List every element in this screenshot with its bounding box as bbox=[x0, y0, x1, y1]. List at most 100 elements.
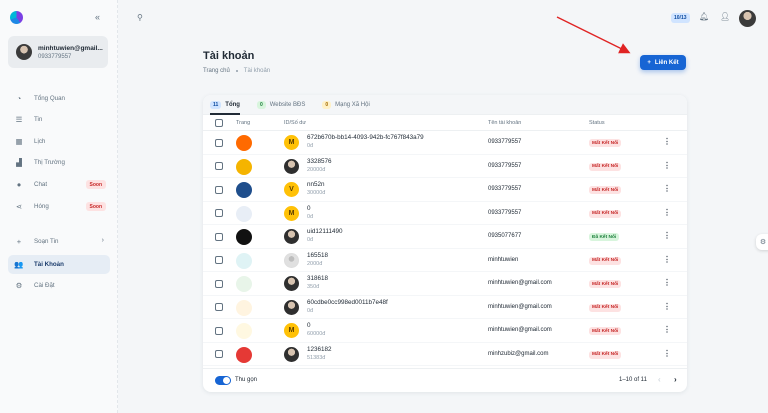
prev-page-icon[interactable]: ‹ bbox=[658, 375, 661, 384]
sidebar-item-6[interactable]: + Soạn Tin › bbox=[8, 232, 110, 251]
chevron-right-icon: › bbox=[101, 237, 104, 244]
table-row[interactable]: M 672b670b-bb14-4093-942b-fc767f843a79 0đ 0… bbox=[203, 131, 687, 155]
account-avatar: M bbox=[284, 205, 299, 221]
sidebar-item-8[interactable]: ⚙ Cài Đặt bbox=[8, 276, 110, 295]
tab-count-badge: 0 bbox=[256, 100, 266, 109]
status-badge: Mất Kết Nối bbox=[589, 186, 622, 194]
sidebar-item-1[interactable]: ☰ Tin bbox=[8, 110, 110, 129]
account-id: 0 bbox=[307, 204, 311, 212]
more-options-icon[interactable]: ⋮ bbox=[663, 184, 671, 193]
row-checkbox[interactable] bbox=[215, 256, 223, 264]
select-all-checkbox[interactable] bbox=[215, 119, 223, 127]
sidebar-item-5[interactable]: ⋖ Hóng Soon bbox=[8, 197, 110, 216]
row-checkbox[interactable] bbox=[215, 232, 223, 241]
platform-logo bbox=[236, 276, 252, 292]
table-row[interactable]: M 0 0đ 0933779557 Mất Kết Nối ⋮ bbox=[203, 202, 687, 225]
row-checkbox[interactable] bbox=[215, 162, 223, 170]
account-name: minhtuwien@gmail.com bbox=[488, 280, 552, 286]
table-row[interactable]: M 0 60000đ minhtuwien@gmail.com Mất Kết Nối ⋮ bbox=[203, 319, 687, 343]
table-row[interactable]: 318618 350đ minhtuwien@gmail.com Mất Kết Nố… bbox=[203, 272, 687, 296]
row-checkbox[interactable] bbox=[215, 279, 223, 288]
collapse-sidebar-icon[interactable]: « bbox=[95, 12, 100, 22]
more-options-icon[interactable]: ⋮ bbox=[663, 231, 671, 240]
sidebar-item-2[interactable]: ▦ Lịch bbox=[8, 132, 110, 151]
row-checkbox[interactable] bbox=[215, 138, 223, 147]
account-balance: 51383đ bbox=[307, 354, 326, 361]
share-icon: ⋖ bbox=[15, 202, 23, 211]
sidebar-item-0[interactable]: ◔ Tổng Quan bbox=[8, 89, 110, 108]
dense-toggle-label: Thu gọn bbox=[235, 377, 258, 383]
sidebar-item-4[interactable]: ● Chat Soon bbox=[8, 175, 110, 194]
dense-toggle[interactable] bbox=[215, 376, 231, 385]
row-checkbox[interactable] bbox=[215, 185, 223, 194]
row-checkbox[interactable] bbox=[215, 303, 223, 311]
tab-count-badge: 0 bbox=[322, 100, 332, 109]
bell-icon[interactable]: 🔔︎ bbox=[699, 12, 709, 21]
account-id: 1236182 bbox=[307, 345, 332, 353]
account-avatar bbox=[284, 158, 299, 174]
sidebar-item-label: Tin bbox=[34, 116, 43, 123]
account-avatar bbox=[284, 299, 299, 315]
sidebar: « minhtuwien@gmail... 0933779557 ◔ Tổng Q… bbox=[0, 0, 118, 413]
table-row[interactable]: 165518 2000đ minhtuwien Mất Kết Nối ⋮ bbox=[203, 249, 687, 272]
plus-icon: + bbox=[16, 237, 22, 246]
account-card[interactable]: minhtuwien@gmail... 0933779557 bbox=[8, 36, 108, 68]
page-title: Tài khoản bbox=[203, 50, 255, 62]
status-badge: Mất Kết Nối bbox=[589, 139, 622, 147]
header-trang[interactable]: Trang bbox=[236, 120, 250, 126]
more-options-icon[interactable]: ⋮ bbox=[663, 349, 671, 358]
status-badge: Mất Kết Nối bbox=[589, 303, 622, 312]
contacts-icon[interactable]: 👤︎ bbox=[720, 12, 730, 21]
sidebar-item-label: Thị Trường bbox=[34, 159, 65, 166]
header-status[interactable]: Status bbox=[589, 120, 605, 126]
account-balance: 0đ bbox=[307, 143, 314, 149]
sidebar-item-label: Lịch bbox=[34, 138, 46, 145]
account-name: minhtuwien@gmail.com bbox=[488, 327, 552, 333]
platform-logo bbox=[236, 229, 252, 245]
more-options-icon[interactable]: ⋮ bbox=[663, 208, 671, 217]
tab-1[interactable]: 0 Website BĐS bbox=[256, 95, 305, 115]
soon-badge: Soon bbox=[85, 180, 106, 189]
more-options-icon[interactable]: ⋮ bbox=[663, 325, 671, 334]
tab-0[interactable]: 11 Tổng bbox=[210, 95, 240, 115]
platform-logo bbox=[236, 182, 252, 198]
calendar-icon: ▦ bbox=[15, 137, 23, 146]
sidebar-item-label: Cài Đặt bbox=[34, 282, 55, 289]
settings-drawer-icon[interactable]: ⚙ bbox=[756, 234, 768, 250]
account-name: 0935077677 bbox=[488, 233, 522, 239]
sidebar-item-3[interactable]: ▟ Thị Trường bbox=[8, 153, 110, 172]
account-avatar bbox=[284, 229, 299, 244]
row-checkbox[interactable] bbox=[215, 326, 223, 335]
search-icon[interactable]: ⚲ bbox=[137, 13, 143, 22]
account-name: 0933779557 bbox=[488, 209, 522, 216]
table-row[interactable]: 3328576 20000đ 0933779557 Mất Kết Nối ⋮ bbox=[203, 155, 687, 178]
quota-badge[interactable]: 10/13 bbox=[671, 13, 690, 23]
app-logo[interactable] bbox=[10, 11, 23, 24]
account-balance: 0đ bbox=[307, 307, 314, 314]
account-avatar bbox=[284, 276, 299, 291]
table-row[interactable]: 1236182 51383đ minhzubiz@gmail.com Mất Kết … bbox=[203, 343, 687, 366]
sidebar-item-label: Hóng bbox=[34, 203, 49, 210]
more-options-icon[interactable]: ⋮ bbox=[663, 255, 671, 264]
more-options-icon[interactable]: ⋮ bbox=[663, 161, 671, 170]
account-id: 0 bbox=[307, 322, 311, 329]
row-checkbox[interactable] bbox=[215, 350, 223, 358]
table-row[interactable]: Vnn52n 30000đ 0933779557 Mất Kết Nối ⋮ bbox=[203, 178, 687, 202]
link-account-button[interactable]: + Liên Kết bbox=[640, 55, 686, 70]
more-options-icon[interactable]: ⋮ bbox=[663, 302, 671, 311]
more-options-icon[interactable]: ⋮ bbox=[663, 278, 671, 287]
user-avatar[interactable] bbox=[739, 10, 756, 27]
table-row[interactable]: uid12111490 0đ 0935077677 Đã Kết Nối ⋮ bbox=[203, 225, 687, 249]
more-options-icon[interactable]: ⋮ bbox=[663, 137, 671, 146]
breadcrumb-home[interactable]: Trang chủ bbox=[203, 68, 230, 74]
header-id[interactable]: ID/Số dư bbox=[284, 120, 306, 126]
platform-logo bbox=[236, 158, 252, 175]
header-ten[interactable]: Tên tài khoản bbox=[488, 120, 521, 126]
tab-2[interactable]: 0 Mạng Xã Hội bbox=[322, 95, 370, 115]
row-checkbox[interactable] bbox=[215, 209, 223, 217]
next-page-icon[interactable]: › bbox=[674, 375, 677, 384]
chart-icon: ▟ bbox=[16, 158, 22, 167]
sidebar-item-7[interactable]: 👥 Tài Khoản bbox=[8, 255, 110, 274]
table-row[interactable]: 60cdbe0cc998ed0011b7e48f 0đ minhtuwien@gma… bbox=[203, 296, 687, 319]
table-header: Trang ID/Số dư Tên tài khoản Status bbox=[203, 115, 687, 131]
